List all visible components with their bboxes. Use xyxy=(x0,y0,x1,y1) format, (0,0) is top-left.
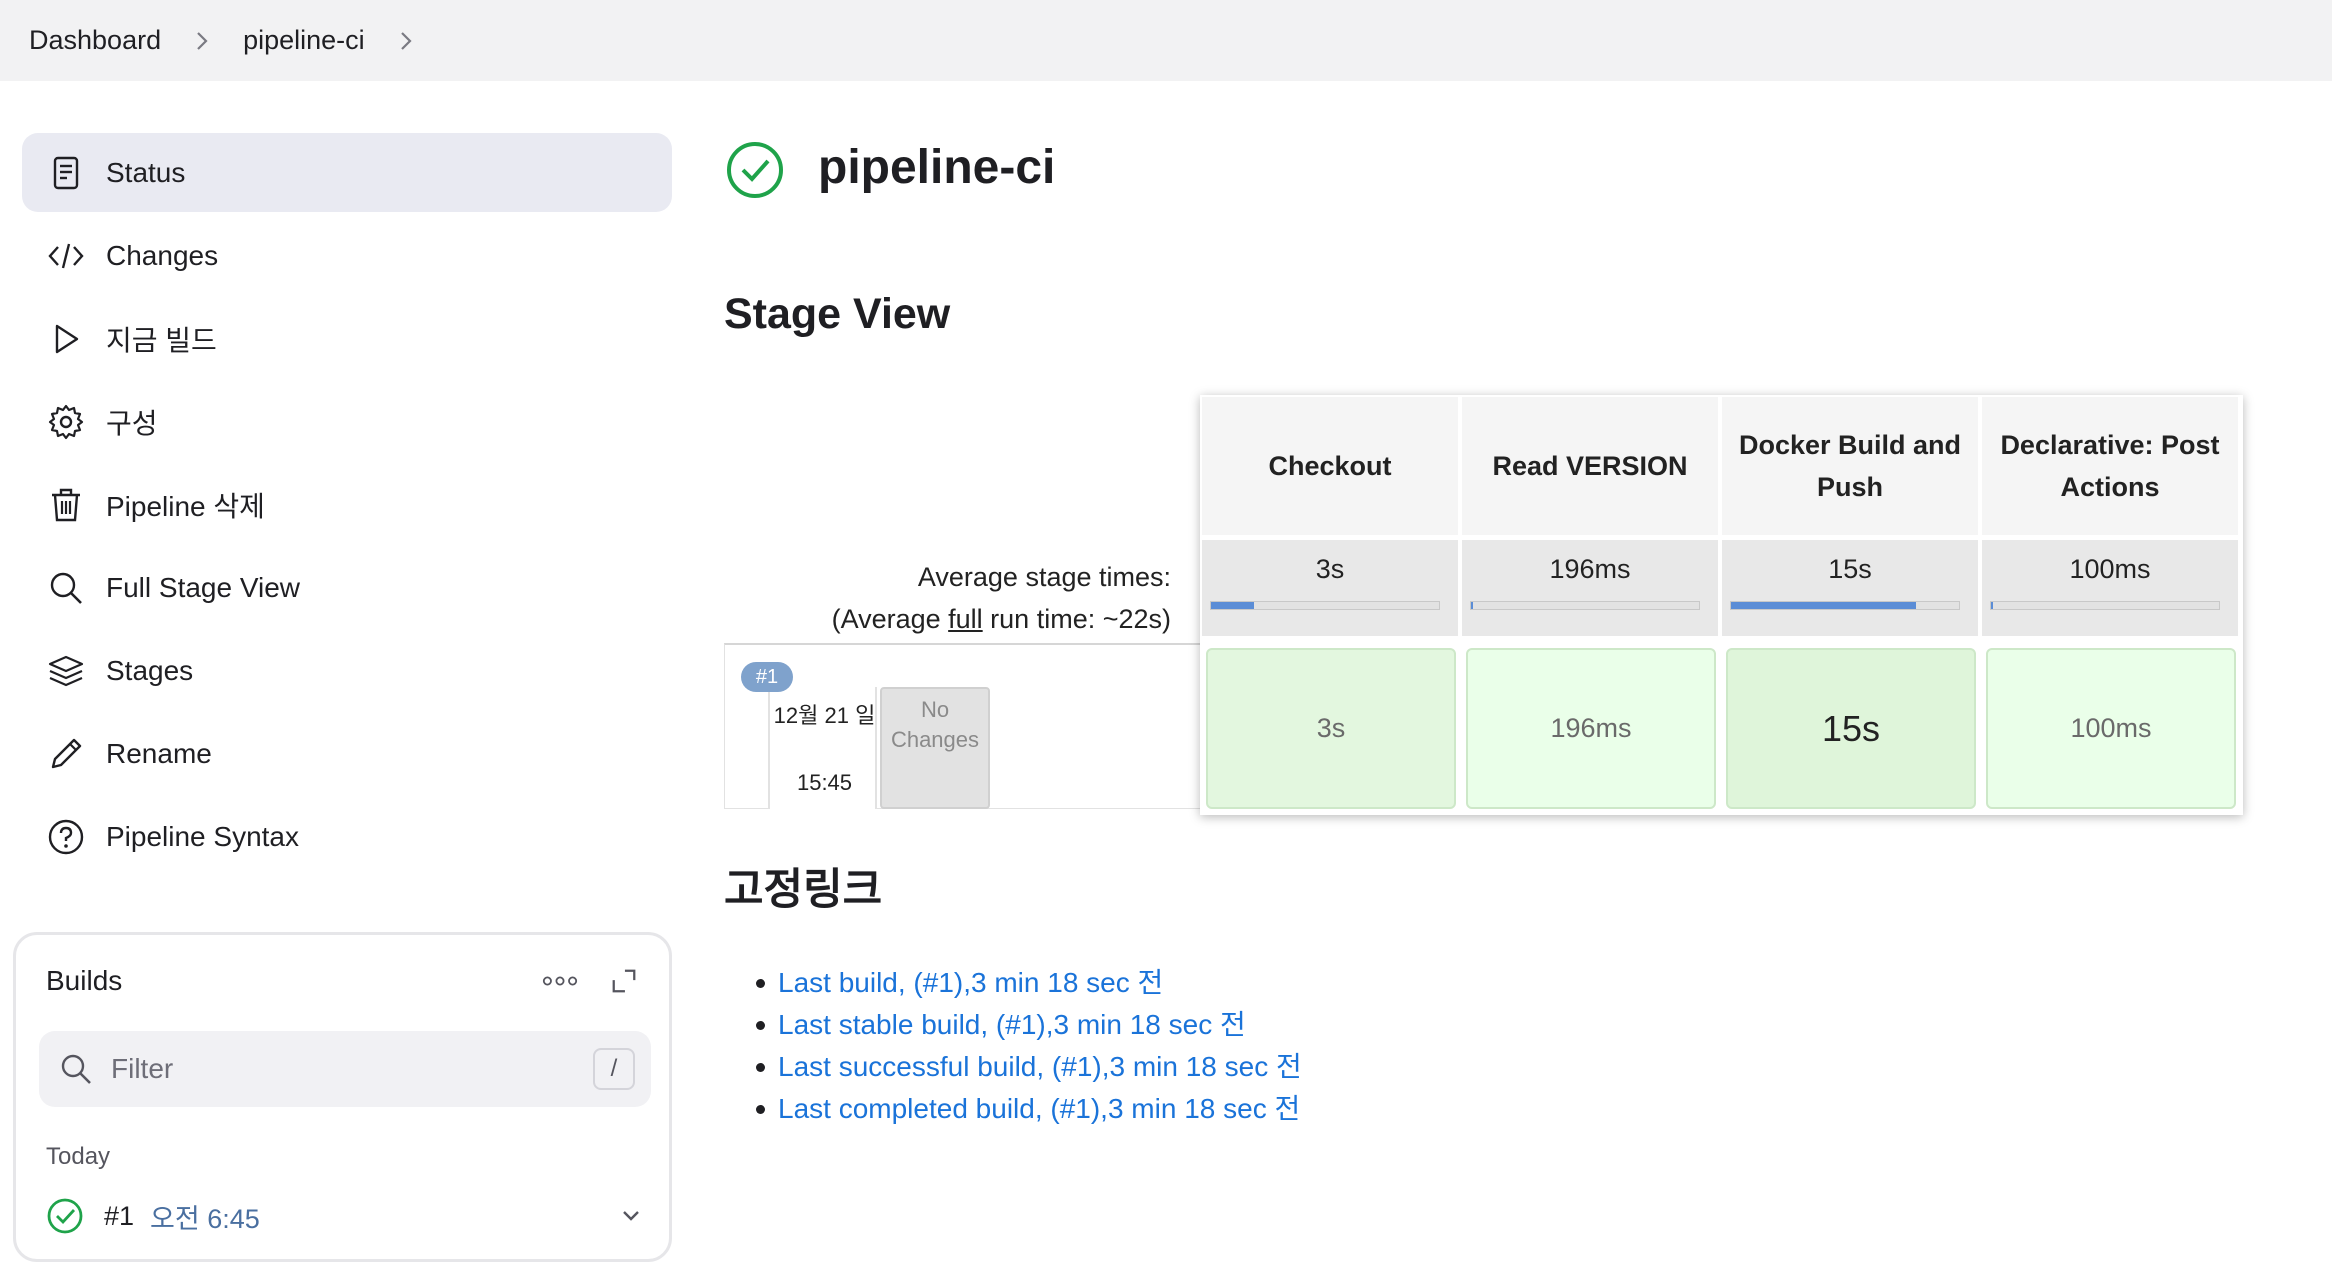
stage-average-bar-fill xyxy=(1211,602,1254,609)
stage-cell[interactable]: 100ms xyxy=(1986,648,2236,809)
sidebar-item-label: Pipeline Syntax xyxy=(106,820,300,852)
sidebar-item-label: Rename xyxy=(106,737,212,769)
build-group-label: Today xyxy=(46,1143,111,1170)
document-icon xyxy=(46,153,86,193)
sidebar-item-label: Full Stage View xyxy=(106,571,301,603)
list-item: Last build, (#1),3 min 18 sec 전 xyxy=(756,962,1302,1004)
build-date: 12월 21 일 xyxy=(773,703,876,728)
more-options-icon[interactable] xyxy=(540,963,580,999)
stage-column-checkout: Checkout 3s 3s xyxy=(1200,395,1458,815)
no-changes-box[interactable]: No Changes xyxy=(880,687,990,809)
sidebar-item-stages[interactable]: Stages xyxy=(22,631,672,710)
stage-average: 3s xyxy=(1202,540,1458,636)
stage-average-bar xyxy=(1470,601,1700,610)
stage-header: Docker Build and Push xyxy=(1722,397,1978,535)
stage-header: Checkout xyxy=(1202,397,1458,535)
chevron-right-icon[interactable] xyxy=(386,29,426,53)
filter-input[interactable] xyxy=(111,1053,571,1085)
layers-icon xyxy=(46,651,86,691)
sidebar-item-full-stage-view[interactable]: Full Stage View xyxy=(22,548,672,627)
stage-average-time: 100ms xyxy=(2069,554,2151,584)
breadcrumb-pipeline-ci[interactable]: pipeline-ci xyxy=(243,25,365,56)
stage-average-bar-fill xyxy=(1731,602,1916,609)
search-icon xyxy=(46,568,86,608)
play-icon xyxy=(46,319,86,359)
stage-average-bar xyxy=(1730,601,1960,610)
search-icon xyxy=(61,1054,91,1084)
expand-icon[interactable] xyxy=(606,963,642,999)
sidebar-item-label: Changes xyxy=(106,239,219,271)
stage-column-post-actions: Declarative: Post Actions 100ms 100ms xyxy=(1980,395,2238,815)
permalinks-list: Last build, (#1),3 min 18 sec 전 Last sta… xyxy=(756,962,1302,1130)
stage-average-bar-fill xyxy=(1471,602,1473,609)
keyboard-shortcut-hint: / xyxy=(593,1048,635,1090)
stage-average-time: 3s xyxy=(1315,554,1345,584)
stage-average-bar xyxy=(1990,601,2220,610)
stage-average: 196ms xyxy=(1462,540,1718,636)
sidebar-item-changes[interactable]: Changes xyxy=(22,216,672,295)
stage-cell[interactable]: 15s xyxy=(1726,648,1976,809)
list-item: Last successful build, (#1),3 min 18 sec… xyxy=(756,1046,1302,1088)
stage-header: Declarative: Post Actions xyxy=(1982,397,2238,535)
trash-icon xyxy=(46,485,86,525)
sidebar-item-rename[interactable]: Rename xyxy=(22,714,672,793)
breadcrumb-dashboard[interactable]: Dashboard xyxy=(29,25,161,56)
success-icon xyxy=(47,1198,83,1234)
stage-average: 100ms xyxy=(1982,540,2238,636)
builds-filter: / xyxy=(39,1031,651,1107)
sidebar-item-label: Pipeline 삭제 xyxy=(106,490,265,522)
help-icon xyxy=(46,817,86,857)
sidebar-item-status[interactable]: Status xyxy=(22,133,672,212)
sidebar-item-label: 구성 xyxy=(106,407,158,439)
code-icon xyxy=(46,236,86,276)
average-run-time-text: (Average full run time: ~22s) xyxy=(831,604,1171,634)
chevron-right-icon xyxy=(182,29,222,53)
sidebar-item-build-now[interactable]: 지금 빌드 xyxy=(22,299,672,378)
stage-average-bar-fill xyxy=(1991,602,1993,609)
stage-cell[interactable]: 3s xyxy=(1206,648,1456,809)
build-list-item[interactable]: #1 오전 6:45 xyxy=(46,1191,646,1241)
sidebar-item-label: Status xyxy=(106,156,186,188)
list-item: Last stable build, (#1),3 min 18 sec 전 xyxy=(756,1004,1302,1046)
sidebar-item-configure[interactable]: 구성 xyxy=(22,382,672,461)
stage-view-title: Stage View xyxy=(724,290,951,338)
stage-average-bar xyxy=(1210,601,1440,610)
average-stage-times-label: Average stage times: (Average full run t… xyxy=(832,556,1171,640)
success-status-icon xyxy=(727,142,783,198)
list-item: Last completed build, (#1),3 min 18 sec … xyxy=(756,1088,1302,1130)
permalinks-title: 고정링크 xyxy=(724,866,883,914)
build-clock-time: 15:45 xyxy=(796,770,853,795)
breadcrumb: Dashboard pipeline-ci xyxy=(0,0,2332,81)
page-title: pipeline-ci xyxy=(818,141,1056,194)
build-time: 오전 6:45 xyxy=(150,1203,260,1234)
builds-panel: Builds / Today #1 오전 6:45 xyxy=(13,932,672,1262)
build-row-info: 12월 21 일 15:45 #1 No Changes xyxy=(724,643,1200,809)
pencil-icon xyxy=(46,734,86,774)
side-navigation: Status Changes 지금 빌드 구성 Pipeline 삭제 Full… xyxy=(22,133,672,880)
stage-average-time: 196ms xyxy=(1549,554,1631,584)
permalink-last-completed-build[interactable]: Last completed build, (#1),3 min 18 sec … xyxy=(778,1093,1300,1124)
sidebar-item-pipeline-syntax[interactable]: Pipeline Syntax xyxy=(22,797,672,876)
chevron-down-icon[interactable] xyxy=(616,1201,646,1231)
permalink-last-build[interactable]: Last build, (#1),3 min 18 sec 전 xyxy=(778,967,1163,998)
stage-average-time: 15s xyxy=(1828,554,1872,584)
stage-column-read-version: Read VERSION 196ms 196ms xyxy=(1460,395,1718,815)
stage-cell[interactable]: 196ms xyxy=(1466,648,1716,809)
build-badge[interactable]: #1 xyxy=(741,662,793,692)
build-date-box: 12월 21 일 15:45 xyxy=(768,687,877,809)
stage-view-table: Checkout 3s 3s Read VERSION 196ms 196ms … xyxy=(1200,395,2243,815)
full-run-time-link[interactable]: full xyxy=(948,604,983,634)
stage-header: Read VERSION xyxy=(1462,397,1718,535)
permalink-last-stable-build[interactable]: Last stable build, (#1),3 min 18 sec 전 xyxy=(778,1009,1246,1040)
gear-icon xyxy=(46,402,86,442)
average-stage-times-text: Average stage times: xyxy=(917,562,1171,592)
sidebar-item-label: 지금 빌드 xyxy=(106,324,217,356)
stage-average: 15s xyxy=(1722,540,1978,636)
builds-title: Builds xyxy=(46,965,123,996)
sidebar-item-label: Stages xyxy=(106,654,194,686)
stage-column-docker-build: Docker Build and Push 15s 15s xyxy=(1720,395,1978,815)
sidebar-item-delete-pipeline[interactable]: Pipeline 삭제 xyxy=(22,465,672,544)
build-number[interactable]: #1 xyxy=(104,1201,134,1232)
permalink-last-successful-build[interactable]: Last successful build, (#1),3 min 18 sec… xyxy=(778,1051,1302,1082)
